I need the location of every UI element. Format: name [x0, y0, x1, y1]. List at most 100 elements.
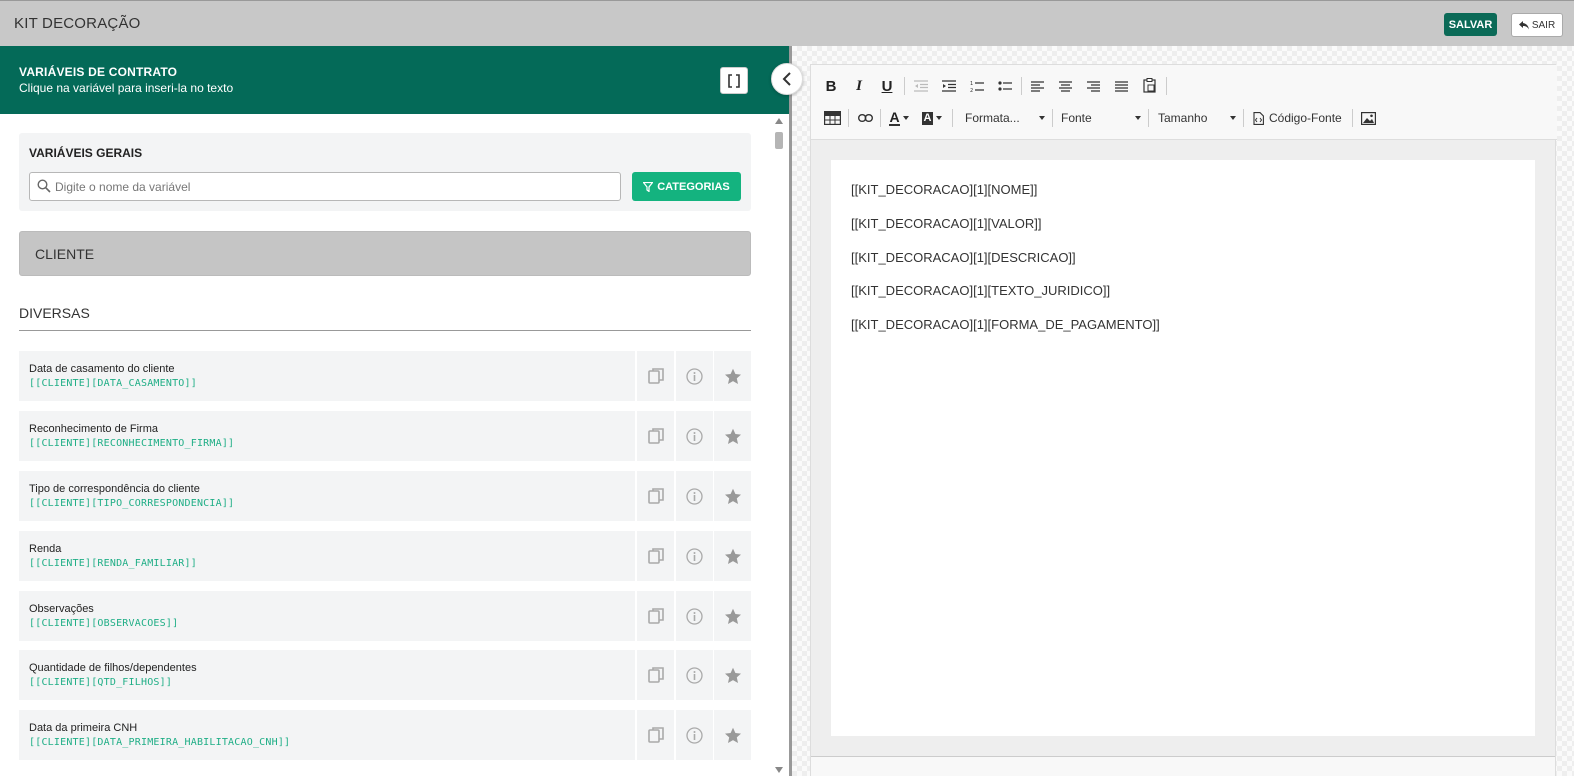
toolbar-separator: [1021, 77, 1022, 95]
brackets-icon: [728, 73, 740, 88]
size-dropdown[interactable]: Tamanho: [1158, 111, 1236, 125]
exit-button[interactable]: SAIR: [1511, 13, 1563, 37]
info-icon[interactable]: [676, 471, 713, 521]
font-dropdown-label: Fonte: [1061, 111, 1092, 125]
copy-icon[interactable]: [637, 531, 674, 581]
search-icon: [37, 179, 51, 193]
underline-icon[interactable]: U: [879, 76, 895, 96]
categories-button[interactable]: CATEGORIAS: [632, 172, 741, 201]
filter-icon: [643, 181, 654, 192]
outdent-icon[interactable]: [913, 76, 929, 96]
info-icon[interactable]: [676, 411, 713, 461]
star-icon[interactable]: [714, 351, 751, 401]
indent-icon[interactable]: [941, 76, 957, 96]
info-icon[interactable]: [676, 531, 713, 581]
variable-name: Data da primeira CNH: [29, 722, 138, 734]
list-item: Renda [[CLIENTE][RENDA_FAMILIAR]]: [19, 531, 751, 581]
variable-item[interactable]: Reconhecimento de Firma [[CLIENTE][RECONH…: [19, 411, 635, 461]
scroll-thumb[interactable]: [775, 132, 783, 149]
align-right-icon[interactable]: [1085, 76, 1101, 96]
align-left-icon[interactable]: [1029, 76, 1045, 96]
variable-code: [[CLIENTE][DATA_CASAMENTO]]: [29, 378, 197, 389]
editor-page[interactable]: [[KIT_DECORACAO][1][NOME]] [[KIT_DECORAC…: [831, 160, 1535, 736]
list-item: Tipo de correspondência do cliente [[CLIE…: [19, 471, 751, 521]
text-color-icon[interactable]: A: [886, 108, 912, 128]
align-center-icon[interactable]: [1057, 76, 1073, 96]
star-icon[interactable]: [714, 471, 751, 521]
star-icon[interactable]: [714, 531, 751, 581]
star-icon[interactable]: [714, 650, 751, 700]
search-input[interactable]: [55, 177, 605, 197]
categories-label: CATEGORIAS: [657, 180, 730, 193]
search-field[interactable]: [29, 172, 621, 201]
star-icon[interactable]: [714, 411, 751, 461]
exit-label: SAIR: [1531, 19, 1556, 31]
toolbar-separator: [1052, 109, 1053, 127]
chevron-down-icon: [1135, 116, 1141, 120]
info-icon[interactable]: [676, 650, 713, 700]
copy-icon[interactable]: [637, 411, 674, 461]
list-item: Observações [[CLIENTE][OBSERVACOES]]: [19, 591, 751, 641]
collapse-panel-button[interactable]: [771, 63, 803, 95]
category-cliente[interactable]: CLIENTE: [19, 231, 751, 276]
variable-item[interactable]: Tipo de correspondência do cliente [[CLIE…: [19, 471, 635, 521]
numbered-list-icon[interactable]: 12: [969, 76, 985, 96]
background-color-icon[interactable]: A: [919, 108, 945, 128]
variable-code: [[CLIENTE][DATA_PRIMEIRA_HABILITACAO_CNH…: [29, 737, 291, 748]
rich-text-editor: B I U 12 A A Formata... Fonte Tamanho Có…: [810, 64, 1557, 776]
copy-icon[interactable]: [637, 471, 674, 521]
save-button[interactable]: SALVAR: [1444, 13, 1497, 36]
copy-icon[interactable]: [637, 710, 674, 760]
align-justify-icon[interactable]: [1113, 76, 1129, 96]
variable-code: [[CLIENTE][RENDA_FAMILIAR]]: [29, 558, 197, 569]
format-dropdown[interactable]: Formata...: [965, 111, 1045, 125]
editor-line[interactable]: [[KIT_DECORACAO][1][VALOR]]: [851, 216, 1041, 231]
variable-item[interactable]: Quantidade de filhos/dependentes [[CLIENT…: [19, 650, 635, 700]
variable-item[interactable]: Observações [[CLIENTE][OBSERVACOES]]: [19, 591, 635, 641]
image-icon[interactable]: [1359, 108, 1377, 128]
variable-item[interactable]: Data de casamento do cliente [[CLIENTE][D…: [19, 351, 635, 401]
table-icon[interactable]: [823, 108, 841, 128]
font-dropdown[interactable]: Fonte: [1061, 111, 1141, 125]
expand-panel-button[interactable]: [720, 67, 748, 94]
section-divider: [19, 330, 751, 331]
variable-code: [[CLIENTE][TIPO_CORRESPONDENCIA]]: [29, 498, 235, 509]
editor-line[interactable]: [[KIT_DECORACAO][1][NOME]]: [851, 182, 1037, 197]
variable-code: [[CLIENTE][QTD_FILHOS]]: [29, 677, 173, 688]
editor-line[interactable]: [[KIT_DECORACAO][1][FORMA_DE_PAGAMENTO]]: [851, 317, 1160, 332]
editor-toolbar: B I U 12 A A Formata... Fonte Tamanho Có…: [811, 65, 1557, 140]
panel-title: VARIÁVEIS DE CONTRATO: [19, 65, 178, 79]
panel-subtitle: Clique na variável para inseri-la no tex…: [19, 81, 234, 95]
link-icon[interactable]: [856, 108, 874, 128]
info-icon[interactable]: [676, 591, 713, 641]
toolbar-separator: [1243, 109, 1244, 127]
toolbar-separator: [904, 77, 905, 95]
toolbar-separator: [1148, 109, 1149, 127]
chevron-left-icon: [782, 72, 791, 86]
reply-arrow-icon: [1518, 20, 1529, 29]
list-item: Data de casamento do cliente [[CLIENTE][D…: [19, 351, 751, 401]
paste-icon[interactable]: [1141, 75, 1157, 95]
info-icon[interactable]: [676, 351, 713, 401]
editor-line[interactable]: [[KIT_DECORACAO][1][TEXTO_JURIDICO]]: [851, 283, 1110, 298]
source-code-button[interactable]: Código-Fonte: [1253, 111, 1349, 125]
bold-icon[interactable]: B: [823, 76, 839, 96]
star-icon[interactable]: [714, 591, 751, 641]
variable-item[interactable]: Data da primeira CNH [[CLIENTE][DATA_PRIM…: [19, 710, 635, 760]
scroll-down-icon[interactable]: [775, 767, 783, 773]
italic-icon[interactable]: I: [851, 76, 867, 96]
bullet-list-icon[interactable]: [997, 76, 1013, 96]
editor-panel: B I U 12 A A Formata... Fonte Tamanho Có…: [789, 46, 1574, 776]
variables-panel: VARIÁVEIS DE CONTRATO Clique na variável…: [0, 46, 789, 776]
toolbar-separator: [1166, 77, 1167, 95]
editor-content-area[interactable]: [[KIT_DECORACAO][1][NOME]] [[KIT_DECORAC…: [811, 140, 1555, 756]
copy-icon[interactable]: [637, 650, 674, 700]
editor-line[interactable]: [[KIT_DECORACAO][1][DESCRICAO]]: [851, 250, 1076, 265]
panel-scrollbar[interactable]: [775, 116, 783, 776]
star-icon[interactable]: [714, 710, 751, 760]
scroll-up-icon[interactable]: [775, 118, 783, 124]
copy-icon[interactable]: [637, 351, 674, 401]
info-icon[interactable]: [676, 710, 713, 760]
copy-icon[interactable]: [637, 591, 674, 641]
variable-item[interactable]: Renda [[CLIENTE][RENDA_FAMILIAR]]: [19, 531, 635, 581]
